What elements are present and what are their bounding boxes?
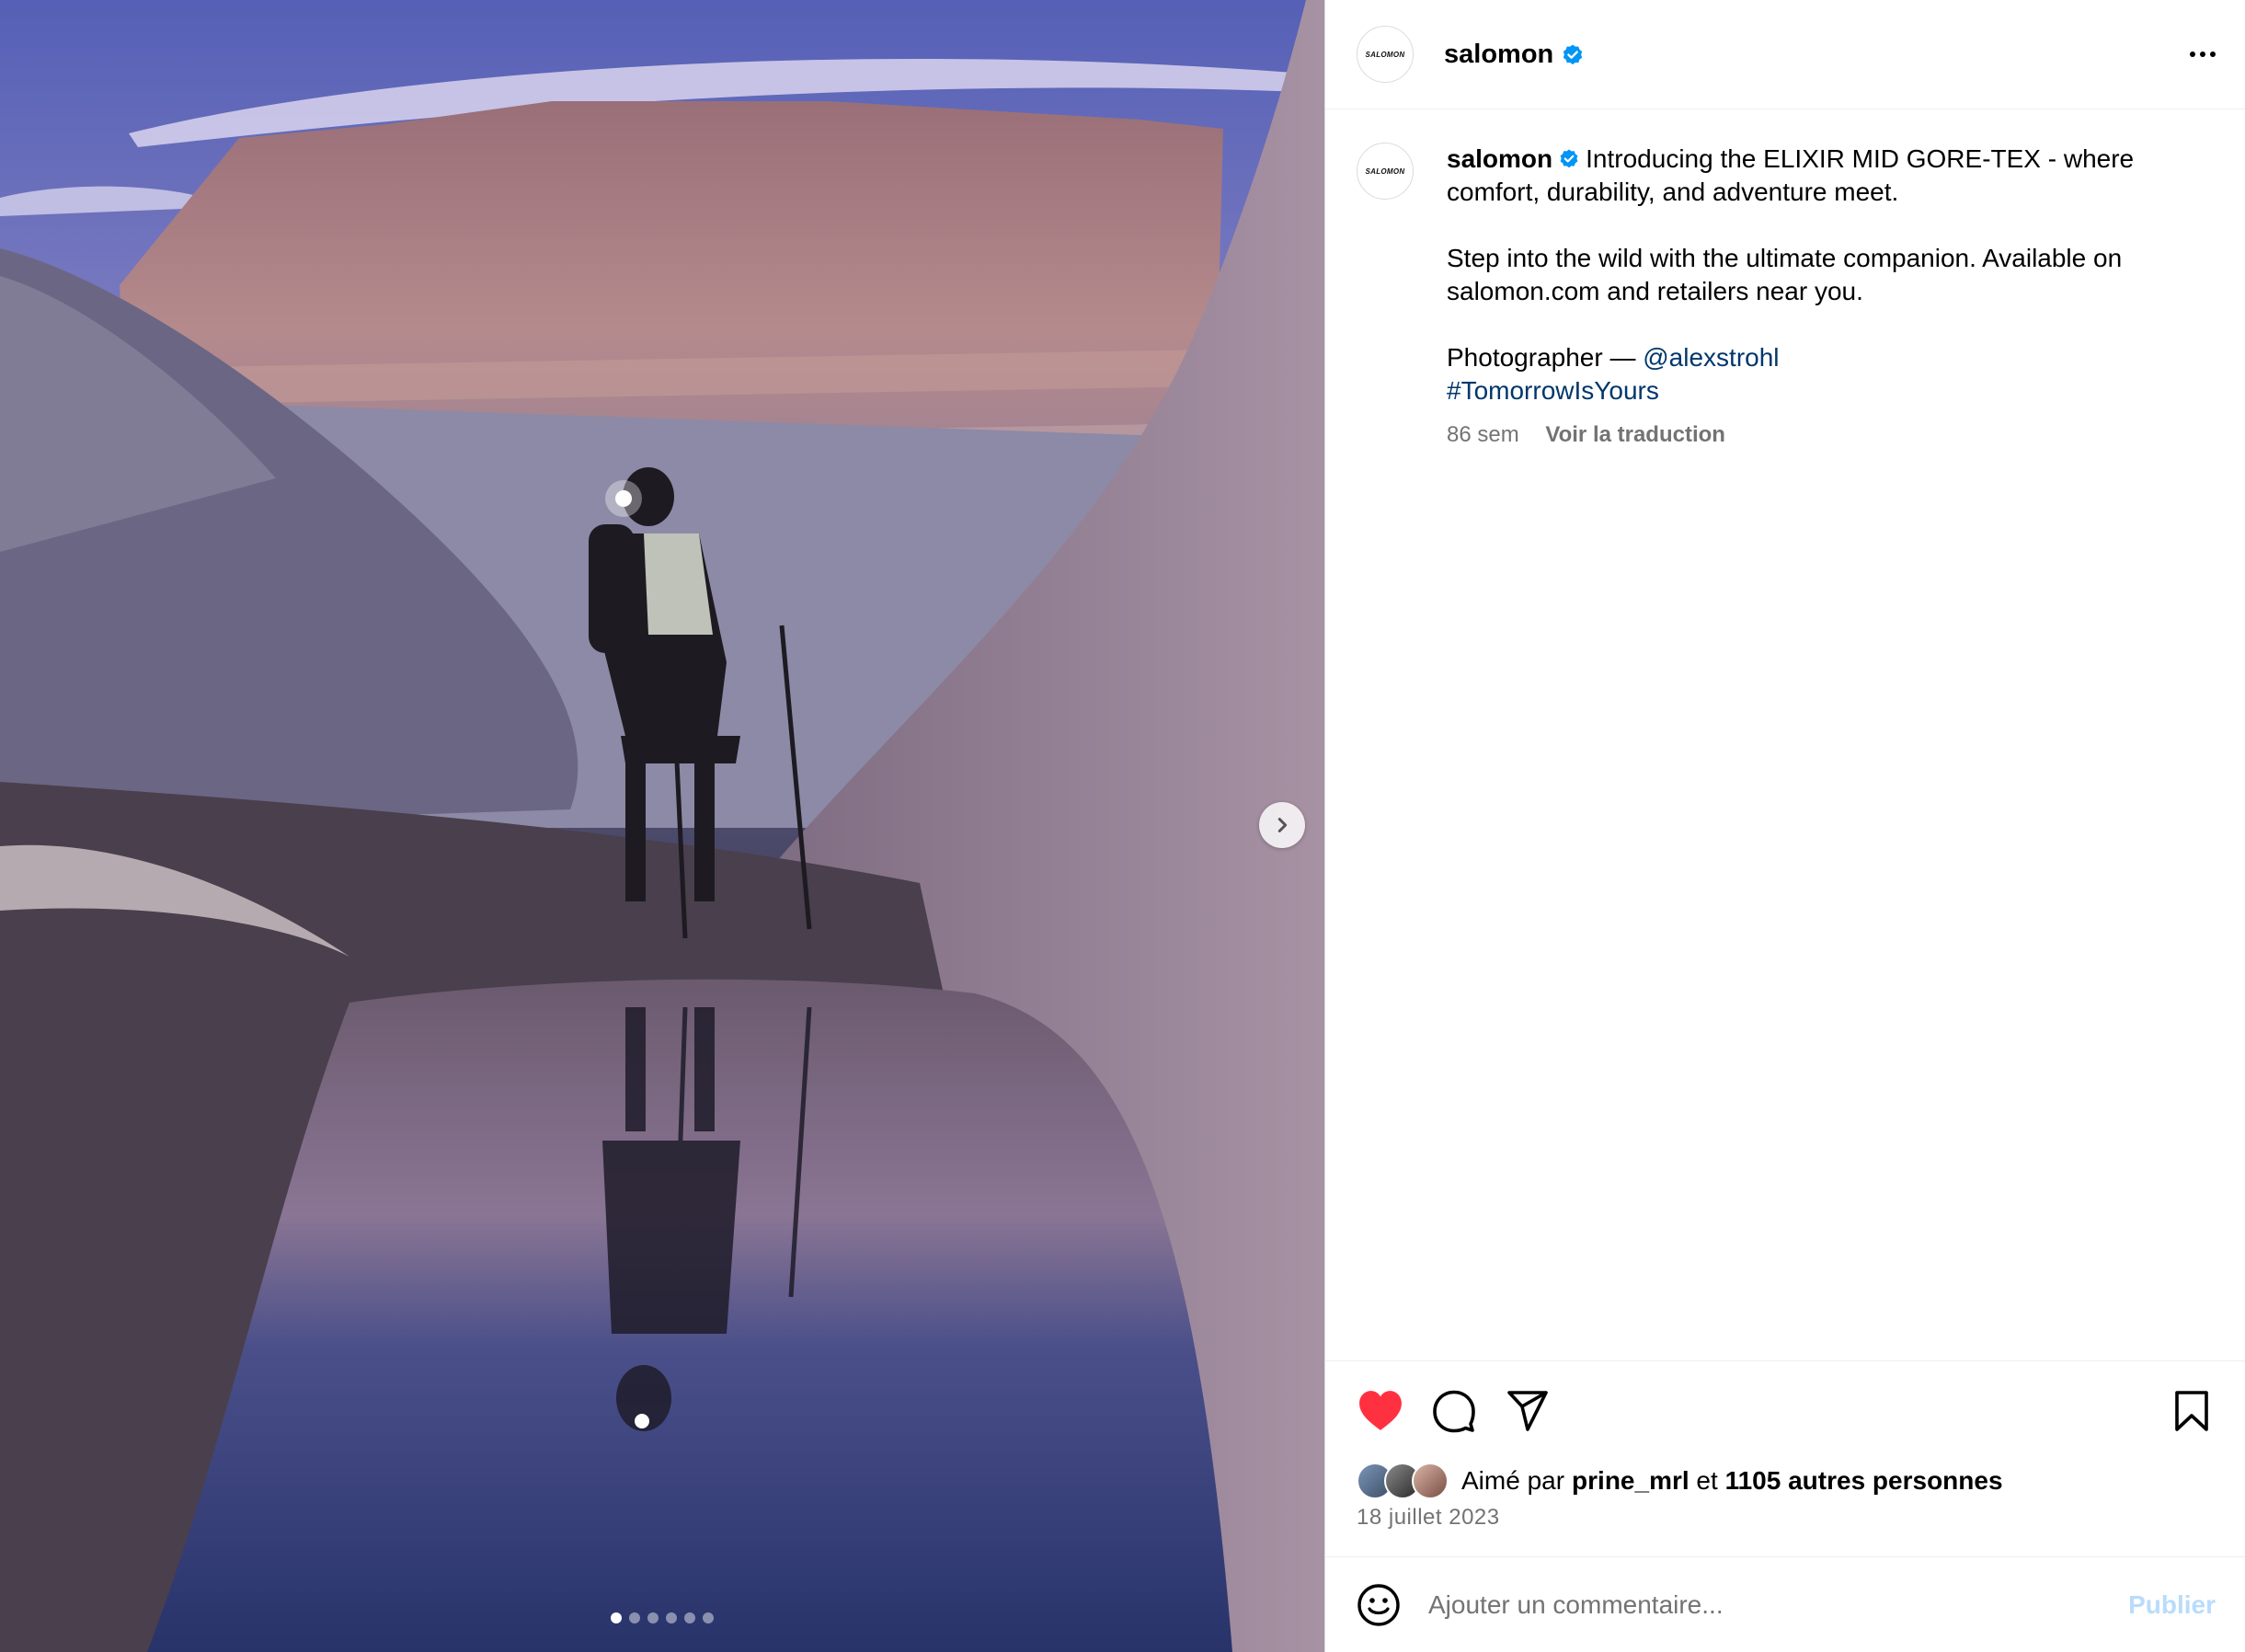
verified-badge-icon — [1563, 44, 1583, 64]
carousel-dot — [703, 1612, 714, 1623]
carousel-dot — [647, 1612, 659, 1623]
author-username[interactable]: salomon — [1444, 40, 1585, 70]
likes-conjunction: et — [1689, 1466, 1725, 1495]
carousel-dot — [629, 1612, 640, 1623]
carousel-dot — [684, 1612, 695, 1623]
more-dot-icon — [2190, 52, 2195, 57]
author-username-text: salomon — [1444, 39, 1554, 69]
post-photo[interactable] — [0, 0, 1324, 1652]
carousel-dot — [611, 1612, 622, 1623]
bookmark-icon — [2175, 1391, 2208, 1431]
hiker-canyon-photo — [0, 0, 1324, 1652]
caption-section: SALOMON salomon Introducing the ELIXIR MI… — [1325, 109, 2245, 452]
paper-plane-icon — [1507, 1391, 1548, 1431]
verified-badge-icon — [1560, 149, 1578, 167]
photographer-mention-link[interactable]: @alexstrohl — [1643, 343, 1779, 372]
like-button[interactable] — [1357, 1387, 1404, 1435]
caption-author-username[interactable]: salomon — [1447, 144, 1552, 173]
salomon-logo: SALOMON — [1365, 166, 1405, 176]
post-age: 86 sem — [1447, 422, 1519, 447]
comment-icon — [1433, 1390, 1475, 1433]
caption-author-avatar[interactable]: SALOMON — [1357, 143, 1414, 200]
more-dot-icon — [2210, 52, 2216, 57]
more-dot-icon — [2200, 52, 2205, 57]
engagement-section: Aimé par prine_mrl et 1105 autres person… — [1325, 1360, 2245, 1531]
first-liker-link[interactable]: prine_mrl — [1572, 1466, 1689, 1496]
post-date[interactable]: 18 juillet 2023 — [1325, 1505, 2245, 1531]
hashtag-link[interactable]: #TomorrowIsYours — [1447, 376, 1659, 405]
action-bar — [1325, 1361, 2245, 1461]
liker-avatar — [1412, 1463, 1449, 1499]
likes-prefix: Aimé par — [1461, 1466, 1565, 1495]
carousel-next-button[interactable] — [1259, 802, 1305, 848]
publish-button[interactable]: Publier — [2128, 1590, 2216, 1620]
likes-summary: Aimé par prine_mrl et 1105 autres person… — [1325, 1461, 2245, 1501]
post-side-panel: SALOMON salomon SALOMON salomon Introduci… — [1324, 0, 2245, 1652]
comment-button[interactable] — [1430, 1387, 1478, 1435]
share-button[interactable] — [1504, 1387, 1552, 1435]
save-button[interactable] — [2168, 1387, 2216, 1435]
photographer-prefix: Photographer — — [1447, 343, 1644, 372]
comment-input[interactable] — [1426, 1589, 2129, 1621]
caption-line-2: Step into the wild with the ultimate com… — [1447, 244, 2123, 305]
liker-avatars[interactable] — [1357, 1463, 1449, 1499]
see-translation-button[interactable]: Voir la traduction — [1545, 422, 1725, 447]
salomon-logo: SALOMON — [1365, 50, 1405, 59]
caption-text: salomon Introducing the ELIXIR MID GORE-T… — [1447, 143, 2182, 452]
carousel-dot — [666, 1612, 677, 1623]
smiley-icon[interactable] — [1357, 1583, 1401, 1627]
caption-meta: 86 sem Voir la traduction — [1447, 419, 2182, 452]
other-likers-link[interactable]: 1105 autres personnes — [1725, 1466, 2003, 1496]
author-avatar[interactable]: SALOMON — [1357, 26, 1414, 83]
post-header: SALOMON salomon — [1325, 0, 2245, 109]
more-options-button[interactable] — [2190, 52, 2216, 57]
instagram-post: SALOMON salomon SALOMON salomon Introduci… — [0, 0, 2245, 1652]
chevron-right-icon — [1277, 818, 1288, 832]
comment-composer: Publier — [1325, 1556, 2245, 1652]
carousel-indicator — [0, 1612, 1324, 1623]
heart-filled-icon — [1359, 1391, 1402, 1430]
